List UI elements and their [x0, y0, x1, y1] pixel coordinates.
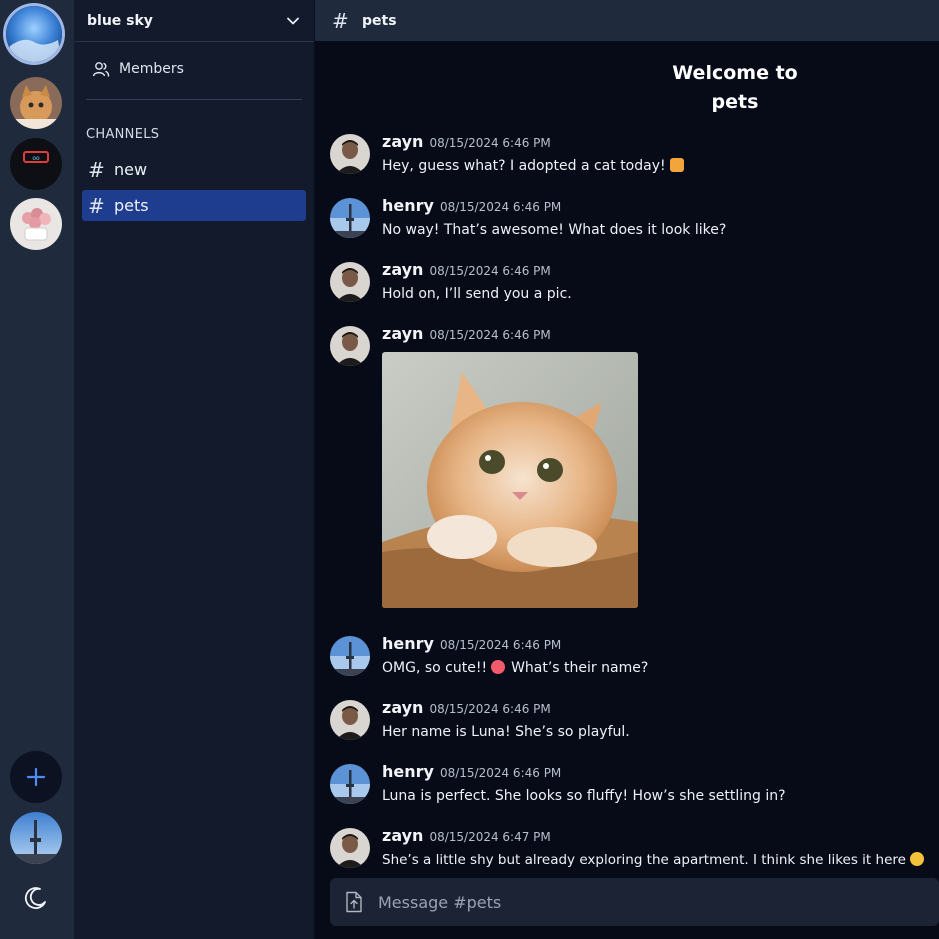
upload-file-icon[interactable]	[344, 891, 364, 913]
server-flowers-icon[interactable]	[10, 198, 62, 250]
message-text: Her name is Luna! She’s so playful.	[382, 724, 630, 740]
message-username[interactable]: zayn	[382, 826, 423, 845]
channel-header-name: pets	[362, 12, 397, 29]
chevron-down-icon	[287, 17, 299, 24]
channel-sidebar: blue sky Members CHANNELS # new # pets	[74, 0, 314, 939]
welcome-line-2: pets	[711, 91, 759, 113]
message-username[interactable]: zayn	[382, 698, 423, 717]
server-neon-icon[interactable]: oo	[10, 138, 62, 190]
members-icon	[92, 62, 110, 77]
heart-eyes-icon	[491, 660, 506, 674]
channel-label: new	[114, 160, 148, 179]
welcome-heading: Welcome to pets	[635, 59, 835, 117]
channel-item-new[interactable]: # new	[82, 154, 306, 185]
sidebar-divider	[86, 99, 302, 100]
message-username[interactable]: zayn	[382, 324, 423, 343]
server-cat-icon[interactable]	[10, 77, 62, 129]
message-username[interactable]: henry	[382, 762, 434, 781]
message-username[interactable]: zayn	[382, 260, 423, 279]
message-timestamp: 08/15/2024 6:47 PM	[429, 830, 551, 844]
server-blue-sky-icon[interactable]	[6, 6, 62, 62]
message-text: Luna is perfect. She looks so fluffy! Ho…	[382, 788, 786, 804]
zayn-avatar[interactable]	[330, 134, 370, 174]
members-label: Members	[119, 61, 184, 77]
message-timestamp: 08/15/2024 6:46 PM	[429, 328, 551, 342]
server-header[interactable]: blue sky	[74, 0, 314, 42]
message-username[interactable]: henry	[382, 634, 434, 653]
message-text-prefix: OMG, so cute!!	[382, 660, 488, 676]
message-username[interactable]: zayn	[382, 132, 423, 151]
henry-avatar[interactable]	[330, 198, 370, 238]
message-username[interactable]: henry	[382, 196, 434, 215]
message-text: Hold on, I’ll send you a pic.	[382, 286, 572, 302]
channel-label: pets	[114, 196, 149, 215]
henry-avatar[interactable]	[330, 636, 370, 676]
message-timestamp: 08/15/2024 6:46 PM	[439, 766, 562, 780]
server-name: blue sky	[87, 12, 153, 29]
channel-item-pets[interactable]: # pets	[82, 190, 306, 221]
hash-icon: #	[88, 193, 105, 218]
message-timestamp: 08/15/2024 6:46 PM	[429, 136, 551, 150]
chat-main: # pets Welcome to pets zayn 08/15/2024 6:…	[315, 0, 939, 939]
zayn-avatar[interactable]	[330, 326, 370, 366]
message-text: Hey, guess what? I adopted a cat today!	[382, 158, 666, 174]
message-timestamp: 08/15/2024 6:46 PM	[439, 200, 562, 214]
hash-icon: #	[88, 157, 105, 182]
channels-title: CHANNELS	[86, 127, 160, 142]
message-input[interactable]	[376, 891, 880, 913]
add-server-button[interactable]	[10, 751, 62, 803]
members-button[interactable]: Members	[92, 60, 184, 78]
user-avatar[interactable]	[10, 812, 62, 864]
zayn-avatar[interactable]	[330, 700, 370, 740]
message-composer	[330, 878, 939, 926]
server-rail: oo	[0, 0, 74, 939]
smiling-face-icon	[909, 852, 924, 866]
svg-text:oo: oo	[32, 155, 40, 162]
welcome-line-1: Welcome to	[672, 62, 798, 84]
message-text: What’s their name?	[511, 660, 649, 676]
message-text: She’s a little shy but already exploring…	[382, 852, 906, 868]
cat-photo-attachment[interactable]	[382, 352, 638, 608]
message-timestamp: 08/15/2024 6:46 PM	[429, 702, 551, 716]
plus-icon	[26, 767, 46, 787]
zayn-avatar[interactable]	[330, 828, 370, 868]
message-timestamp: 08/15/2024 6:46 PM	[429, 264, 551, 278]
message-timestamp: 08/15/2024 6:46 PM	[439, 638, 562, 652]
channel-header: # pets	[315, 0, 939, 41]
cat-face-icon	[669, 158, 684, 172]
hash-icon: #	[332, 8, 349, 33]
theme-toggle-moon-icon[interactable]	[23, 885, 49, 911]
message-text: No way! That’s awesome! What does it loo…	[382, 222, 727, 238]
henry-avatar[interactable]	[330, 764, 370, 804]
zayn-avatar[interactable]	[330, 262, 370, 302]
